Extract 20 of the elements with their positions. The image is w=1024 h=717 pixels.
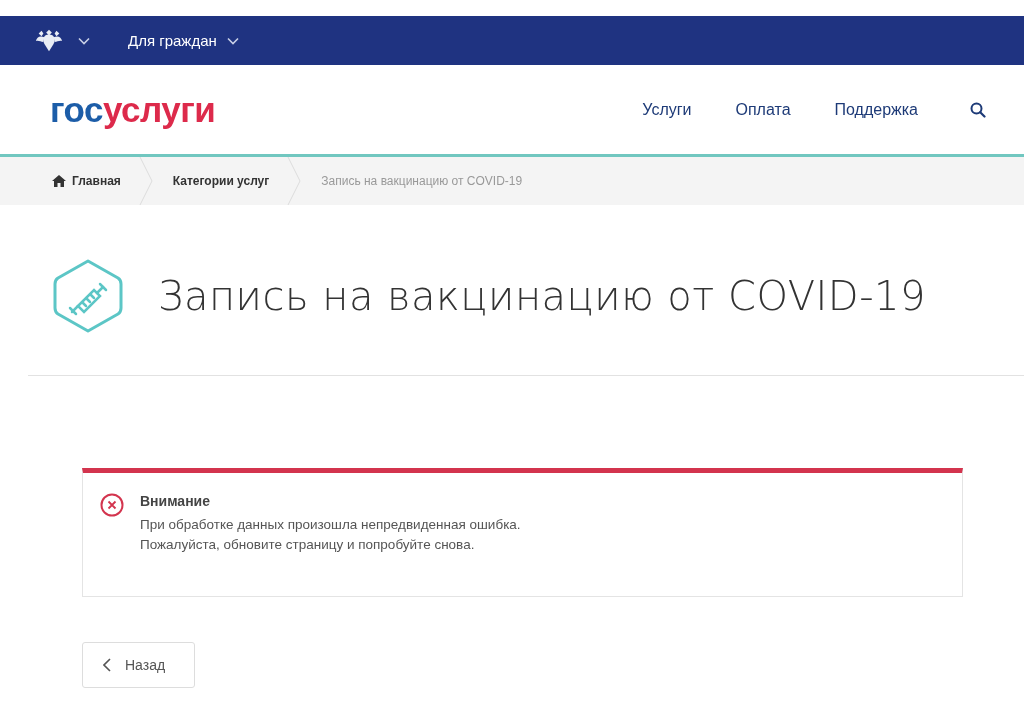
alert-title: Внимание xyxy=(140,493,211,509)
error-icon xyxy=(100,493,124,517)
back-button[interactable]: Назад xyxy=(82,642,195,688)
breadcrumb-separator-icon xyxy=(138,157,153,205)
search-button[interactable] xyxy=(970,101,986,118)
nav-link[interactable]: Услуги xyxy=(642,100,692,119)
logo[interactable]: госуслуги xyxy=(50,92,216,127)
breadcrumb-link[interactable]: Категории услуг xyxy=(172,174,288,188)
home-icon xyxy=(52,175,66,187)
chevron-left-icon xyxy=(103,658,111,672)
nav-link[interactable]: Оплата xyxy=(735,100,791,119)
breadcrumb-link[interactable]: Главная xyxy=(52,174,139,188)
alert-message: При обработке данных произошла непредвиденная ошибка. Пожалуйста, обновите страницу и попробуйте снова. xyxy=(140,516,521,554)
nav-link[interactable]: Поддержка xyxy=(834,100,918,119)
audience-menu[interactable]: Для граждан xyxy=(128,32,239,49)
search-icon xyxy=(970,101,986,118)
caret-icon xyxy=(78,36,90,45)
breadcrumb-separator-icon xyxy=(287,157,302,205)
caret-icon xyxy=(226,36,239,45)
page-title: Запись на вакцинацию от COVID-19 xyxy=(158,273,926,319)
